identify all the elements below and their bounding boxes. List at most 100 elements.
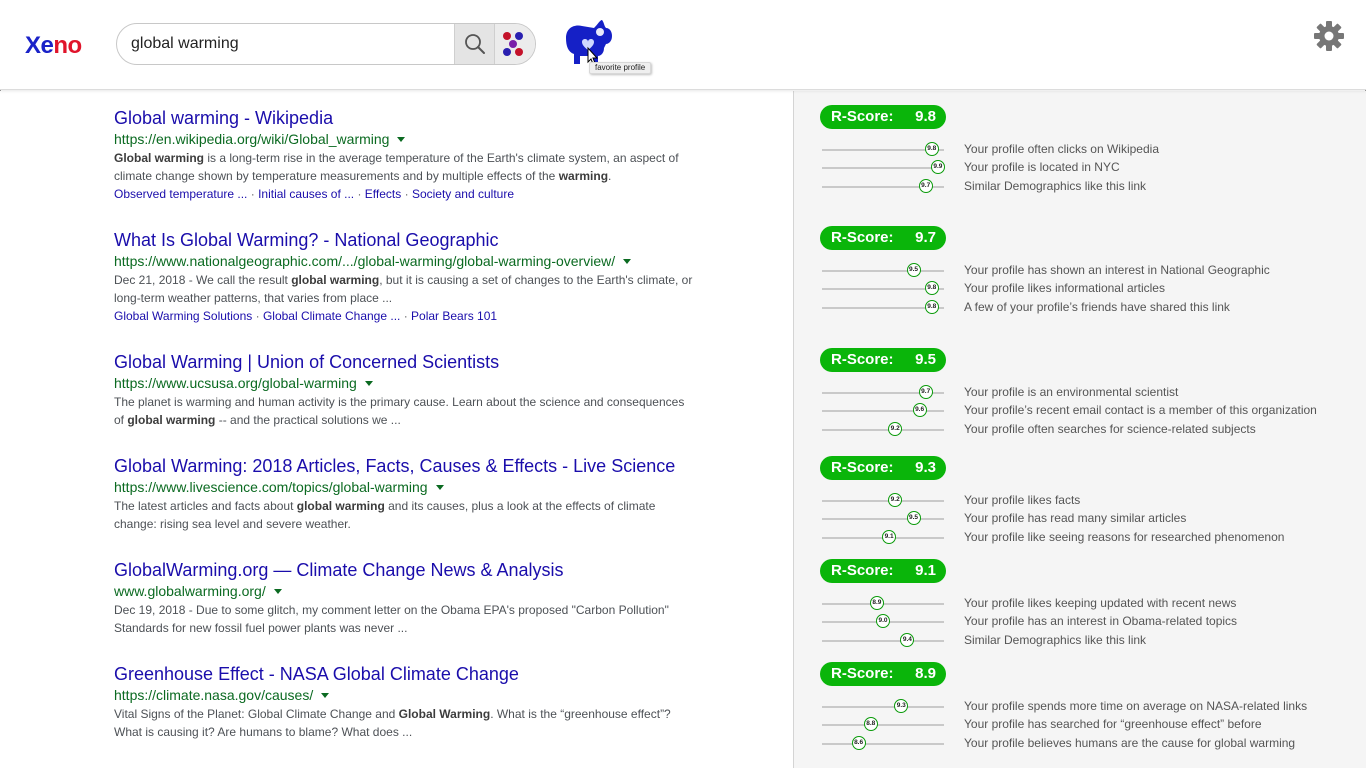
- r-score-value: 9.7: [915, 229, 936, 246]
- result-url-text[interactable]: https://en.wikipedia.org/wiki/Global_war…: [114, 129, 389, 149]
- caret-down-icon[interactable]: [364, 380, 373, 386]
- search-bar: [116, 23, 536, 65]
- score-factor: 9.5 Your profile has read many similar ar…: [820, 509, 1350, 527]
- r-score-label: R-Score:: [831, 108, 894, 125]
- sitelink[interactable]: Polar Bears 101: [411, 309, 497, 323]
- dots-icon: [515, 48, 523, 56]
- result-url: https://www.livescience.com/topics/globa…: [114, 477, 734, 497]
- factor-text: Your profile likes informational article…: [964, 281, 1165, 295]
- score-factor: 9.1 Your profile like seeing reasons for …: [820, 528, 1350, 546]
- factor-text: Your profile likes keeping updated with …: [964, 596, 1237, 610]
- factor-text: Your profile like seeing reasons for res…: [964, 530, 1285, 544]
- result-title-link[interactable]: Global warming - Wikipedia: [114, 107, 734, 129]
- factor-track: [822, 270, 944, 272]
- r-score-badge: R-Score: 8.9: [820, 662, 946, 686]
- score-factor: 8.9 Your profile likes keeping updated wi…: [820, 594, 1350, 612]
- score-factor: 9.8 Your profile often clicks on Wikipedi…: [820, 140, 1350, 158]
- caret-down-icon[interactable]: [321, 692, 330, 698]
- result-url-text[interactable]: https://www.livescience.com/topics/globa…: [114, 477, 428, 497]
- factor-score-marker: 9.4: [900, 633, 915, 647]
- settings-button[interactable]: [1312, 19, 1346, 53]
- factor-text: Your profile is an environmental scienti…: [964, 385, 1179, 399]
- result-title-link[interactable]: Global Warming: 2018 Articles, Facts, Ca…: [114, 455, 734, 477]
- factor-score-marker: 9.9: [930, 160, 945, 174]
- r-score-value: 9.5: [915, 351, 936, 368]
- factor-text: Your profile’s recent email contact is a…: [964, 403, 1317, 417]
- r-score-value: 9.3: [915, 459, 936, 476]
- result-title-link[interactable]: What Is Global Warming? - National Geogr…: [114, 229, 734, 251]
- factor-score-marker: 9.3: [894, 699, 909, 713]
- score-factor: 9.3 Your profile spends more time on aver…: [820, 697, 1350, 715]
- xeno-logo[interactable]: Xeno: [25, 32, 82, 60]
- sitelink[interactable]: Effects: [365, 187, 401, 201]
- factor-score-marker: 9.7: [918, 179, 933, 193]
- factor-score-marker: 9.5: [906, 263, 921, 277]
- sitelink-separator: ·: [401, 187, 412, 201]
- result-url-text[interactable]: www.globalwarming.org/: [114, 581, 266, 601]
- factor-text: Your profile is located in NYC: [964, 160, 1120, 174]
- sitelink-separator: ·: [354, 187, 365, 201]
- score-factor: 9.2 Your profile often searches for scien…: [820, 420, 1350, 438]
- factor-score-marker: 8.9: [869, 596, 884, 610]
- score-factor: 9.7 Your profile is an environmental scie…: [820, 383, 1350, 401]
- sitelink[interactable]: Global Warming Solutions: [114, 309, 252, 323]
- search-button[interactable]: [454, 24, 495, 64]
- sitelink[interactable]: Society and culture: [412, 187, 514, 201]
- factor-text: Your profile believes humans are the cau…: [964, 736, 1296, 750]
- result-item: Global Warming: 2018 Articles, Facts, Ca…: [114, 455, 734, 533]
- score-factor: 9.9 Your profile is located in NYC: [820, 158, 1350, 176]
- score-factor: 9.8 Your profile likes informational arti…: [820, 279, 1350, 297]
- factor-text: Your profile has an interest in Obama-re…: [964, 614, 1238, 628]
- relevance-score-panel: R-Score: 9.8 9.8 Your profile often clicks…: [793, 91, 1366, 768]
- factor-track: [822, 518, 944, 520]
- result-snippet: The planet is warming and human activity…: [114, 395, 685, 427]
- result-item: GlobalWarming.org — Climate Change News …: [114, 559, 734, 637]
- sitelink[interactable]: Observed temperature ...: [114, 187, 247, 201]
- factor-score-marker: 9.8: [924, 300, 939, 314]
- r-score-value: 8.9: [915, 665, 936, 682]
- r-score-badge: R-Score: 9.5: [820, 348, 946, 372]
- factor-text: Your profile likes facts: [964, 493, 1081, 507]
- factor-text: Similar Demographics like this link: [964, 633, 1147, 647]
- factor-score-marker: 9.2: [888, 422, 903, 436]
- score-factor: 9.4 Similar Demographics like this link: [820, 631, 1350, 649]
- factor-score-marker: 9.1: [882, 530, 897, 544]
- result-url-text[interactable]: https://climate.nasa.gov/causes/: [114, 685, 313, 705]
- result-url-text[interactable]: https://www.nationalgeographic.com/.../g…: [114, 251, 615, 271]
- favorite-profile-tooltip: favorite profile: [589, 62, 652, 74]
- search-icon: [465, 34, 485, 54]
- caret-down-icon[interactable]: [623, 258, 632, 264]
- caret-down-icon[interactable]: [435, 484, 444, 490]
- factor-text: Your profile has shown an interest in Na…: [964, 263, 1270, 277]
- result-url: https://www.nationalgeographic.com/.../g…: [114, 251, 734, 271]
- factor-score-marker: 8.8: [863, 717, 878, 731]
- r-score-value: 9.8: [915, 108, 936, 125]
- result-url: https://www.ucsusa.org/global-warming: [114, 373, 734, 393]
- sitelink[interactable]: Initial causes of ...: [258, 187, 354, 201]
- result-snippet: Global warming is a long-term rise in th…: [114, 151, 679, 183]
- factor-text: Your profile has read many similar artic…: [964, 511, 1187, 525]
- search-input[interactable]: [131, 24, 451, 64]
- factor-track: [822, 743, 944, 745]
- header: Xeno favorite profile: [0, 0, 1366, 90]
- r-score-value: 9.1: [915, 562, 936, 579]
- score-factor: 9.6 Your profile’s recent email contact i…: [820, 401, 1350, 419]
- result-title-link[interactable]: GlobalWarming.org — Climate Change News …: [114, 559, 734, 581]
- sitelink-separator: ·: [252, 309, 263, 323]
- result-sitelinks: Observed temperature ... · Initial cause…: [114, 185, 734, 203]
- score-factor: 9.2 Your profile likes facts: [820, 491, 1350, 509]
- factor-text: Your profile often searches for science-…: [964, 422, 1256, 436]
- result-title-link[interactable]: Global Warming | Union of Concerned Scie…: [114, 351, 734, 373]
- logo-text-part1: Xe: [25, 32, 54, 59]
- result-title-link[interactable]: Greenhouse Effect - NASA Global Climate …: [114, 663, 734, 685]
- score-factor: 9.7 Similar Demographics like this link: [820, 177, 1350, 195]
- profile-switch-button[interactable]: [495, 24, 535, 64]
- factor-score-marker: 8.6: [851, 736, 866, 750]
- result-sitelinks: Global Warming Solutions · Global Climat…: [114, 307, 734, 325]
- caret-down-icon[interactable]: [397, 136, 406, 142]
- sitelink[interactable]: Global Climate Change ...: [263, 309, 400, 323]
- factor-text: Your profile spends more time on average…: [964, 699, 1308, 713]
- favorite-profile-button[interactable]: [560, 18, 620, 68]
- caret-down-icon[interactable]: [273, 588, 282, 594]
- result-url-text[interactable]: https://www.ucsusa.org/global-warming: [114, 373, 357, 393]
